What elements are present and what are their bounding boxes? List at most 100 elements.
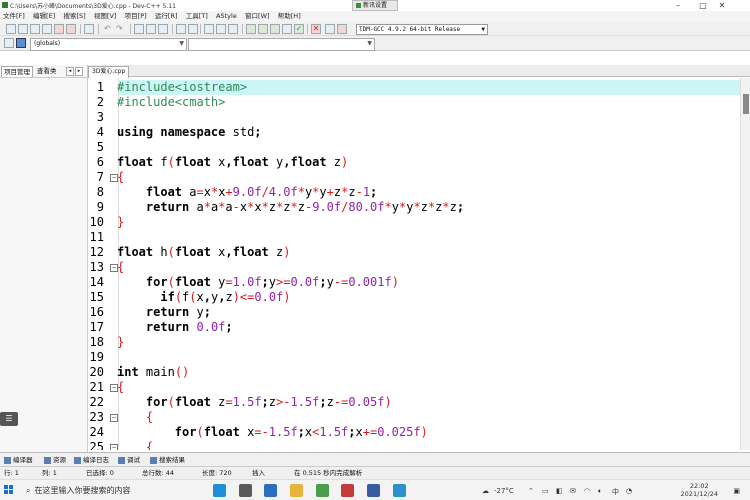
redo-icon[interactable]: ↷ [116,24,126,34]
bottom-panel-tabs: 编译器 资源 编译日志 调试 搜索结果 [0,452,750,466]
devcpp-icon[interactable] [367,484,380,497]
menu-edit[interactable]: 编辑[E] [30,11,58,22]
unindent-icon[interactable] [216,24,226,34]
status-total-label: 总行数: [142,469,164,477]
open-file-icon[interactable] [18,24,28,34]
status-bar: 行: 1 列: 1 已选择: 0 总行数: 44 长度: 720 插入 在 0.… [0,466,750,479]
debug-icon[interactable] [325,24,335,34]
replace-icon[interactable] [146,24,156,34]
line-number: 22 [89,395,104,409]
line-number-gutter: 1 2 3 4 5 6 7 8 9 10 11 12 13 14 15 16 17 18 19 20 21 22 23 24 2… [88,78,108,450]
tab-debug[interactable]: 调试 [118,455,140,465]
maximize-button[interactable]: □ [693,0,713,11]
line-number: 8 [96,185,104,199]
menu-file[interactable]: 文件[F] [0,11,28,22]
print-icon[interactable] [84,24,94,34]
minimize-button[interactable]: – [668,0,688,11]
notification-center-icon[interactable]: ▣ [733,487,740,495]
find-icon[interactable] [134,24,144,34]
app-icon[interactable] [393,484,406,497]
tab-resources[interactable]: 资源 [44,455,66,465]
tabs-prev-button[interactable]: ◂ [66,67,74,76]
compile-log-icon [74,456,81,464]
tab-compiler[interactable]: 编译器 [4,455,33,465]
close-all-icon[interactable] [66,24,76,34]
undo-icon[interactable]: ↶ [104,24,114,34]
close-file-icon[interactable] [54,24,64,34]
status-row: 行: 1 [4,467,19,479]
code-line: int main() [117,365,190,379]
file-explorer-icon[interactable] [290,484,303,497]
new-file-icon[interactable] [6,24,16,34]
goto-bookmark-icon[interactable] [188,24,198,34]
member-combo[interactable]: ▼ [188,38,375,51]
code-line: #include<cmath> [117,95,226,109]
task-view-icon[interactable] [239,484,252,497]
class-browser-icon[interactable] [16,38,26,48]
mail-icon[interactable] [264,484,277,497]
save-all-icon[interactable] [42,24,52,34]
panel-toggle-button[interactable]: ☰ [0,412,18,426]
stop-icon[interactable]: ✕ [311,24,321,34]
app-icon[interactable] [316,484,329,497]
weather-icon[interactable]: ☁ [482,487,489,495]
goto-line-icon[interactable] [158,24,168,34]
comment-icon[interactable] [228,24,238,34]
app-icon[interactable] [341,484,354,497]
menu-project[interactable]: 项目[P] [122,11,150,22]
weather-temp[interactable]: -27°C [494,487,514,495]
scrollbar-thumb[interactable] [743,94,749,114]
indent-icon[interactable] [204,24,214,34]
status-selected-value: 0 [109,469,114,477]
menu-run[interactable]: 运行[R] [152,11,181,22]
line-number: 13 [89,260,104,274]
new-class-icon[interactable] [4,38,14,48]
check-icon[interactable]: ✓ [294,24,304,34]
tab-class-browser[interactable]: 查看类 [35,66,59,76]
windows-start-icon[interactable] [4,485,14,495]
scope-combo[interactable]: (globals) ▼ [30,38,187,51]
compiler-select[interactable]: TDM-GCC 4.9.2 64-bit Release ▼ [356,24,488,35]
status-length: 长度: 720 [202,467,232,479]
ime-indicator[interactable]: 中 [612,487,619,497]
scope-combo-value: (globals) [34,40,61,47]
tab-search-results[interactable]: 搜索结果 [150,455,185,465]
tab-project[interactable]: 项目管理 [1,66,33,77]
chevron-down-icon: ▼ [367,40,372,47]
compile-icon[interactable] [246,24,256,34]
menu-window[interactable]: 窗口[W] [242,11,273,22]
line-number: 3 [96,110,104,124]
line-number: 14 [89,275,104,289]
toolbar-divider [242,24,243,34]
run-icon[interactable] [258,24,268,34]
tray-icon[interactable]: ◔ [626,487,632,495]
menu-view[interactable]: 视图[V] [91,11,120,22]
clock[interactable]: 22:02 2021/12/24 [681,482,718,498]
menu-astyle[interactable]: AStyle [213,11,240,22]
taskbar-search[interactable]: ⌕ 在这里输入你要搜索的内容 [26,483,202,498]
tab-compile-log[interactable]: 编译日志 [74,455,109,465]
menu-search[interactable]: 搜索[S] [60,11,88,22]
tray-icon[interactable]: ▭ [542,487,549,495]
tabs-next-button[interactable]: ▸ [75,67,83,76]
line-number: 23 [89,410,104,424]
edge-icon[interactable] [213,484,226,497]
tray-icon[interactable]: ✉ [570,487,576,495]
menu-help[interactable]: 帮助[H] [275,11,304,22]
rebuild-icon[interactable] [282,24,292,34]
menu-tools[interactable]: 工具[T] [183,11,211,22]
toggle-bookmark-icon[interactable] [176,24,186,34]
code-editor[interactable]: 1 2 3 4 5 6 7 8 9 10 11 12 13 14 15 16 17 18 19 20 21 22 23 24 2… [88,78,740,450]
vertical-scrollbar[interactable] [740,78,750,450]
line-number: 2 [96,95,104,109]
close-button[interactable]: ✕ [712,0,732,11]
editor-tab-file[interactable]: 3D爱心.cpp [88,66,130,78]
compile-run-icon[interactable] [270,24,280,34]
save-icon[interactable] [30,24,40,34]
volume-icon[interactable]: 🔈︎ [598,487,602,496]
tray-icon[interactable]: ⌃ [528,487,534,495]
wifi-icon[interactable]: ◠ [584,487,590,495]
tray-icon[interactable]: ◧ [556,487,563,495]
notification-chip[interactable]: 新讯设置 [352,0,398,11]
profile-icon[interactable] [337,24,347,34]
